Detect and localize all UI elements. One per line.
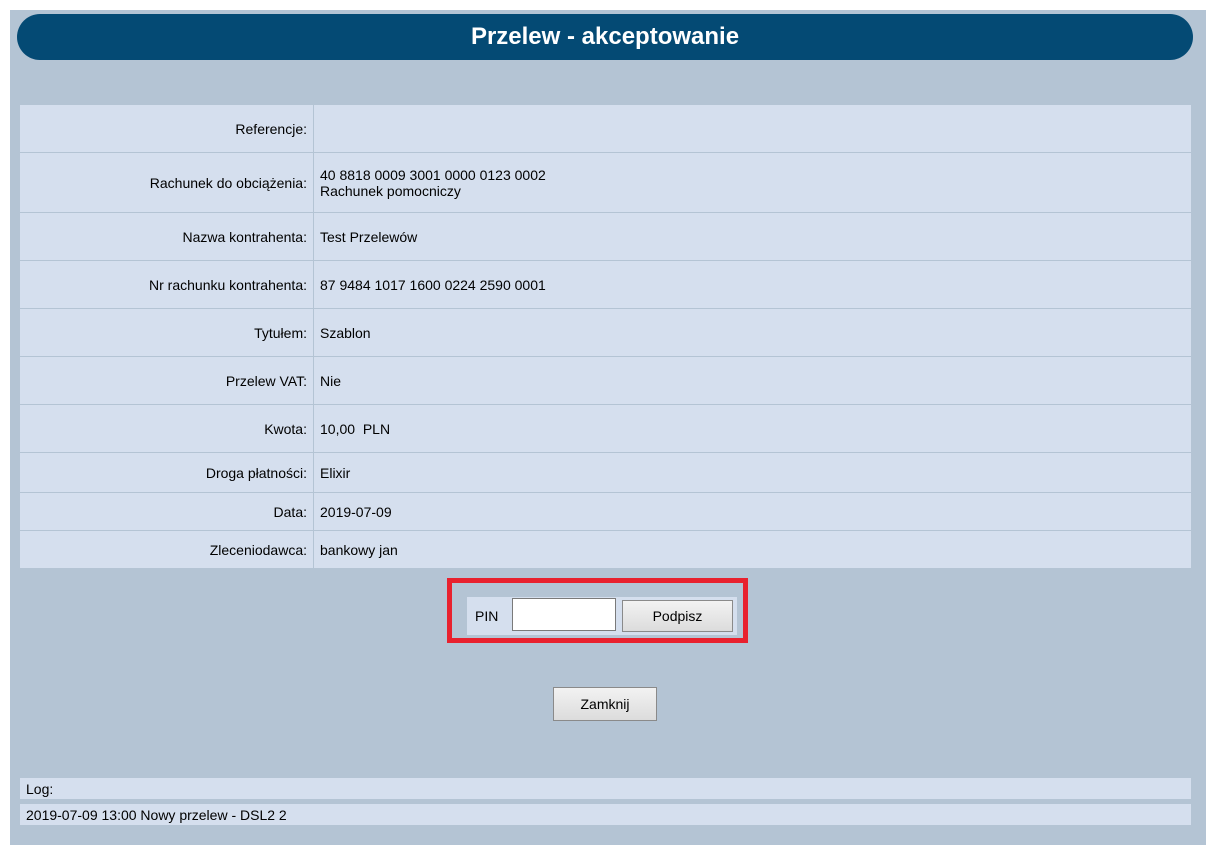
detail-label: Przelew VAT: bbox=[19, 356, 314, 405]
debit-account-name: Rachunek pomocniczy bbox=[320, 182, 461, 199]
detail-value: 10,00 PLN bbox=[313, 404, 1192, 453]
detail-row-ordering-party: Zleceniodawca: bankowy jan bbox=[19, 530, 1192, 569]
detail-row-amount: Kwota: 10,00 PLN bbox=[19, 404, 1192, 453]
log-label: Log: bbox=[19, 777, 1192, 800]
sign-button[interactable]: Podpisz bbox=[622, 600, 733, 632]
detail-label: Tytułem: bbox=[19, 308, 314, 357]
detail-row-date: Data: 2019-07-09 bbox=[19, 492, 1192, 531]
pin-label: PIN bbox=[475, 608, 499, 624]
close-button[interactable]: Zamknij bbox=[553, 687, 657, 721]
detail-label: Zleceniodawca: bbox=[19, 530, 314, 569]
detail-value: Test Przelewów bbox=[313, 212, 1192, 261]
page-title: Przelew - akceptowanie bbox=[17, 14, 1193, 60]
detail-value: Szablon bbox=[313, 308, 1192, 357]
detail-label: Data: bbox=[19, 492, 314, 531]
detail-value: bankowy jan bbox=[313, 530, 1192, 569]
detail-label: Referencje: bbox=[19, 104, 314, 153]
detail-row-recipient-name: Nazwa kontrahenta: Test Przelewów bbox=[19, 212, 1192, 261]
transfer-details-table: Referencje: Rachunek do obciążenia: 40 8… bbox=[19, 104, 1192, 569]
detail-label: Nazwa kontrahenta: bbox=[19, 212, 314, 261]
detail-value: 2019-07-09 bbox=[313, 492, 1192, 531]
detail-label: Droga płatności: bbox=[19, 452, 314, 493]
detail-row-vat-transfer: Przelew VAT: Nie bbox=[19, 356, 1192, 405]
detail-value: Elixir bbox=[313, 452, 1192, 493]
log-entry: 2019-07-09 13:00 Nowy przelew - DSL2 2 bbox=[19, 803, 1192, 826]
detail-value bbox=[313, 104, 1192, 153]
detail-row-debit-account: Rachunek do obciążenia: 40 8818 0009 300… bbox=[19, 152, 1192, 213]
detail-row-references: Referencje: bbox=[19, 104, 1192, 153]
detail-value: 87 9484 1017 1600 0224 2590 0001 bbox=[313, 260, 1192, 309]
pin-input[interactable] bbox=[512, 598, 616, 631]
detail-value: 40 8818 0009 3001 0000 0123 0002 Rachune… bbox=[313, 152, 1192, 213]
detail-row-title: Tytułem: Szablon bbox=[19, 308, 1192, 357]
detail-row-payment-route: Droga płatności: Elixir bbox=[19, 452, 1192, 493]
detail-label: Nr rachunku kontrahenta: bbox=[19, 260, 314, 309]
detail-row-recipient-account: Nr rachunku kontrahenta: 87 9484 1017 16… bbox=[19, 260, 1192, 309]
detail-label: Kwota: bbox=[19, 404, 314, 453]
debit-account-number: 40 8818 0009 3001 0000 0123 0002 bbox=[320, 166, 546, 183]
detail-value: Nie bbox=[313, 356, 1192, 405]
detail-label: Rachunek do obciążenia: bbox=[19, 152, 314, 213]
